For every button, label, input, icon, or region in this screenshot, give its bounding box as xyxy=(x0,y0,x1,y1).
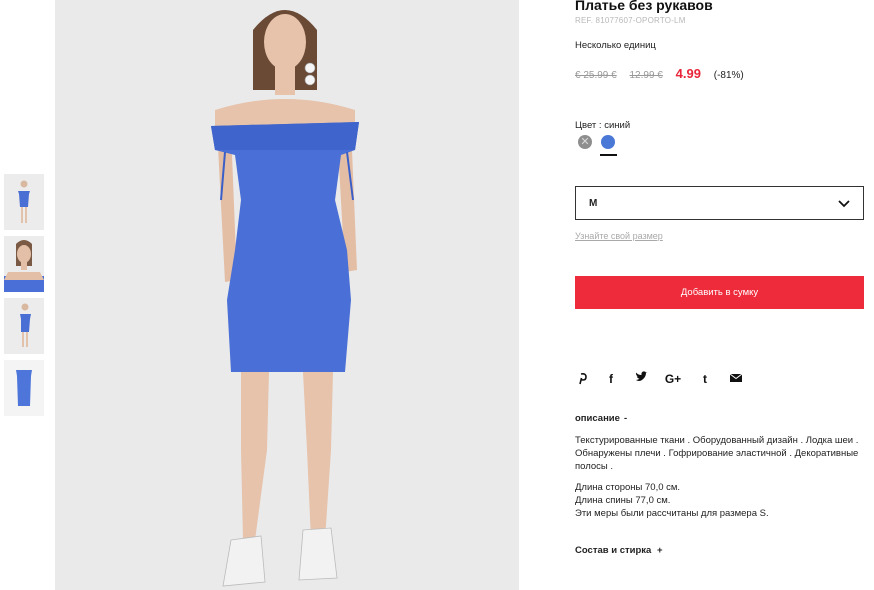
add-to-bag-button[interactable]: Добавить в сумку xyxy=(575,276,864,309)
composition-heading[interactable]: Состав и стирка + xyxy=(575,545,663,556)
size-note: Эти меры были рассчитаны для размера S. xyxy=(575,508,769,520)
pinterest-icon[interactable] xyxy=(574,371,590,387)
previous-price: 12.99 € xyxy=(629,70,663,81)
sale-price: 4.99 xyxy=(675,66,701,81)
thumbnail-list xyxy=(4,174,44,422)
composition-heading-label: Состав и стирка xyxy=(575,545,652,556)
chevron-down-icon xyxy=(838,200,850,208)
selected-swatch-indicator xyxy=(600,154,617,156)
thumbnail-full-front[interactable] xyxy=(4,174,44,230)
product-title: Платье без рукавов xyxy=(575,0,713,13)
tumblr-icon[interactable]: t xyxy=(697,371,713,387)
color-swatch-blue[interactable] xyxy=(601,135,615,149)
twitter-icon[interactable] xyxy=(633,371,649,387)
stock-status: Несколько единиц xyxy=(575,40,656,51)
thumbnail-closeup[interactable] xyxy=(4,236,44,292)
description-heading-label: описание xyxy=(575,413,620,424)
price-block: € 25.99 € 12.99 € 4.99 (-81%) xyxy=(575,66,744,81)
size-guide-link[interactable]: Узнайте свой размер xyxy=(575,231,663,241)
email-icon[interactable] xyxy=(728,371,744,387)
measurements: Длина стороны 70,0 см. Длина спины 77,0 … xyxy=(575,481,769,521)
color-swatch-grey[interactable]: ✕ xyxy=(578,135,592,149)
thumbnail-product-only[interactable] xyxy=(4,360,44,416)
size-select[interactable]: M xyxy=(575,186,864,220)
product-reference: REF. 81077607-OPORTO-LM xyxy=(575,16,686,25)
side-length: Длина стороны 70,0 см. xyxy=(575,482,681,493)
size-select-value: M xyxy=(589,198,598,209)
original-price: € 25.99 € xyxy=(575,70,617,81)
thumbnail-full-side[interactable] xyxy=(4,298,44,354)
composition-expand-icon: + xyxy=(656,545,663,556)
google-plus-icon[interactable]: G+ xyxy=(663,371,683,387)
product-main-image xyxy=(55,0,519,590)
back-length: Длина спины 77,0 см. xyxy=(575,495,671,507)
color-label: Цвет : синий xyxy=(575,120,631,131)
discount-percent: (-81%) xyxy=(713,70,744,81)
description-collapse-icon: - xyxy=(623,413,628,424)
unavailable-x-icon: ✕ xyxy=(580,136,590,148)
facebook-icon[interactable]: f xyxy=(603,371,619,387)
description-heading[interactable]: описание - xyxy=(575,413,627,424)
description-text: Текстурированные ткани . Оборудованный д… xyxy=(575,435,859,473)
